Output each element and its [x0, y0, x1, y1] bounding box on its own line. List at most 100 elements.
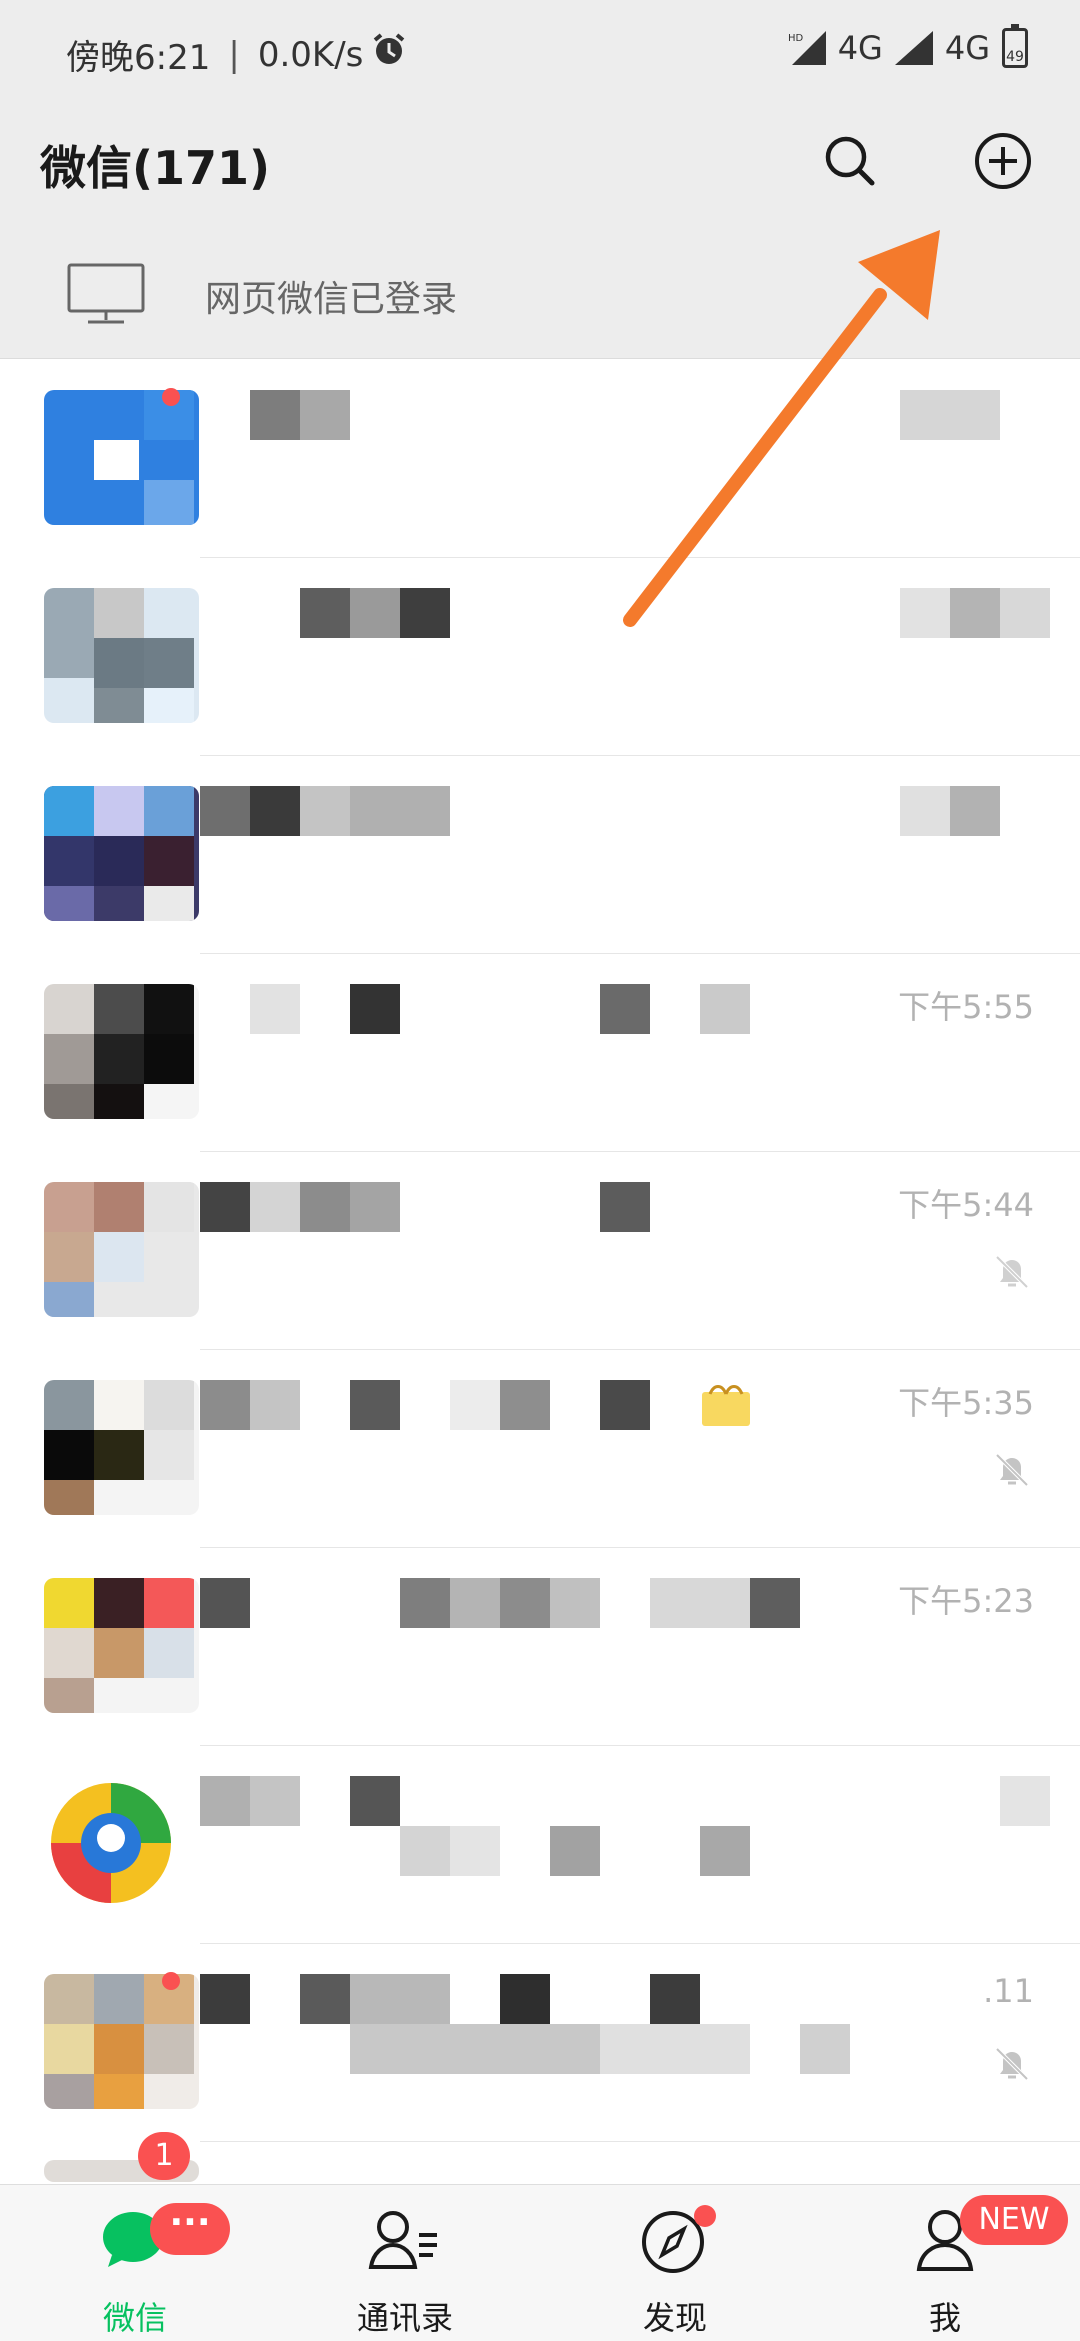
redacted-block: [700, 984, 750, 1034]
redacted-block: [500, 1578, 550, 1628]
chat-item[interactable]: 1: [0, 2132, 1080, 2182]
mute-bell-icon: [992, 1252, 1032, 1296]
avatar: [44, 1182, 199, 1317]
add-button[interactable]: [968, 128, 1038, 198]
unread-dot: [162, 388, 180, 406]
redacted-block: [300, 1182, 350, 1232]
redacted-block: [250, 1776, 300, 1826]
redacted-block: [250, 984, 300, 1034]
status-separator: |: [228, 34, 240, 75]
tab-chats[interactable]: ··· 微信: [0, 2185, 270, 2341]
status-bar: 傍晚6:21 | 0.0K/s HD 4G 4G 49: [0, 0, 1080, 100]
tab-contacts[interactable]: 通讯录: [270, 2185, 540, 2341]
bottom-tab-bar: ··· 微信 通讯录 发现 NEW 我: [0, 2184, 1080, 2341]
tab-discover-label: 发现: [642, 2299, 707, 2337]
contacts-icon: [367, 2207, 443, 2275]
redacted-block: [900, 588, 950, 638]
avatar: [44, 1578, 199, 1713]
web-login-text: 网页微信已登录: [205, 279, 458, 320]
battery-level: 49: [1006, 49, 1024, 65]
status-speed: 0.0K/s: [257, 34, 364, 75]
redacted-block: [650, 1578, 750, 1628]
redacted-block: [300, 786, 350, 836]
avatar: [44, 1974, 199, 2109]
redacted-block: [250, 1182, 300, 1232]
avatar: [44, 390, 199, 525]
redacted-block: [750, 1578, 800, 1628]
status-left: 傍晚6:21 | 0.0K/s: [66, 30, 407, 79]
chat-time: 下午5:44: [898, 1186, 1034, 1224]
tab-me[interactable]: NEW 我: [810, 2185, 1080, 2341]
redacted-block: [200, 1578, 250, 1628]
redacted-block: [300, 588, 350, 638]
redacted-block: [400, 588, 450, 638]
redacted-block: [200, 1380, 250, 1430]
redacted-block: [350, 984, 400, 1034]
status-right: HD 4G 4G 49: [788, 24, 1028, 68]
redacted-block: [250, 390, 300, 440]
redacted-block: [200, 1182, 250, 1232]
folder-emoji-icon: [700, 1380, 752, 1432]
chat-item[interactable]: [0, 558, 1080, 756]
avatar: [44, 786, 199, 921]
redacted-block: [1000, 1776, 1050, 1826]
redacted-block: [650, 1974, 700, 2024]
redacted-block: [550, 1826, 600, 1876]
redacted-block: [350, 1776, 400, 1826]
redacted-block: [500, 1974, 550, 2024]
monitor-icon: [66, 262, 146, 330]
redacted-block: [450, 1826, 500, 1876]
redacted-block: [900, 390, 1000, 440]
redacted-block: [450, 1380, 500, 1430]
network-label-2: 4G: [944, 29, 990, 67]
redacted-block: [700, 1826, 750, 1876]
status-time: 傍晚6:21: [66, 38, 211, 78]
redacted-block: [950, 588, 1000, 638]
redacted-block: [300, 1974, 350, 2024]
redacted-block: [250, 786, 300, 836]
avatar: [44, 1380, 199, 1515]
svg-text:HD: HD: [788, 33, 804, 44]
redacted-block: [600, 1380, 650, 1430]
chat-item[interactable]: 下午5:23: [0, 1548, 1080, 1746]
redacted-block: [600, 984, 650, 1034]
tab-discover[interactable]: 发现: [540, 2185, 810, 2341]
unread-dot: [162, 1972, 180, 1990]
redacted-block: [200, 786, 250, 836]
chat-item[interactable]: 下午5:44: [0, 1152, 1080, 1350]
redacted-block: [950, 786, 1000, 836]
redacted-block: [600, 1182, 650, 1232]
unread-count-badge: 1: [138, 2132, 190, 2180]
mute-bell-icon: [992, 2044, 1032, 2088]
plus-circle-icon: [973, 131, 1033, 195]
redacted-block: [600, 2024, 750, 2074]
redacted-block: [200, 1776, 250, 1826]
chat-item[interactable]: 下午5:35: [0, 1350, 1080, 1548]
redacted-block: [200, 1974, 250, 2024]
chat-item[interactable]: 下午5:55: [0, 954, 1080, 1152]
news-logo-icon: [51, 1783, 171, 1903]
redacted-block: [350, 1380, 400, 1430]
redacted-block: [350, 1182, 400, 1232]
redacted-block: [350, 588, 400, 638]
more-badge: ···: [150, 2203, 230, 2255]
redacted-block: [400, 1826, 450, 1876]
hd-signal-icon: HD: [788, 31, 826, 65]
chat-item[interactable]: .11: [0, 1944, 1080, 2142]
redacted-block: [550, 1578, 600, 1628]
search-button[interactable]: [815, 128, 885, 198]
battery-icon: 49: [1002, 24, 1028, 68]
redacted-block: [350, 786, 450, 836]
redacted-block: [300, 390, 350, 440]
alarm-icon: [371, 32, 407, 77]
web-login-banner[interactable]: 网页微信已登录: [0, 230, 1080, 359]
discover-dot: [694, 2205, 716, 2227]
chat-item[interactable]: [0, 756, 1080, 954]
network-label-1: 4G: [837, 29, 883, 67]
chat-time: 下午5:35: [898, 1384, 1034, 1422]
redacted-block: [1000, 588, 1050, 638]
chat-list: 下午5:55 下午5:44 下午5:35 下午5:23 .11 1: [0, 360, 1080, 2182]
chat-item[interactable]: [0, 1746, 1080, 1944]
page-title: 微信(171): [40, 141, 271, 195]
chat-item[interactable]: [0, 360, 1080, 558]
